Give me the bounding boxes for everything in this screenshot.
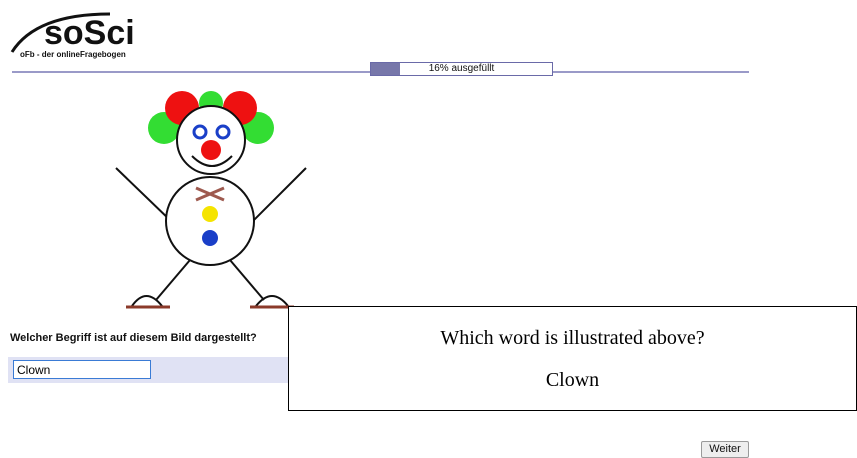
clown-illustration xyxy=(112,90,308,312)
progress-bar: 16% ausgefüllt xyxy=(370,62,553,76)
sosci-logo: soSci oFb - der onlineFragebogen xyxy=(6,6,166,62)
answer-row xyxy=(8,357,298,383)
progress-label: 16% ausgefüllt xyxy=(428,63,495,74)
logo-subtitle: oFb - der onlineFragebogen xyxy=(20,50,126,59)
question-label: Welcher Begriff ist auf diesem Bild darg… xyxy=(10,332,257,344)
clown-drawing-icon xyxy=(115,91,307,309)
overlay-question: Which word is illustrated above? xyxy=(440,327,705,349)
translation-overlay: Which word is illustrated above? Clown xyxy=(288,306,857,411)
next-button[interactable]: Weiter xyxy=(701,441,749,458)
logo-text: soSci xyxy=(44,14,135,52)
overlay-answer: Clown xyxy=(545,369,600,391)
answer-input[interactable] xyxy=(13,360,151,379)
